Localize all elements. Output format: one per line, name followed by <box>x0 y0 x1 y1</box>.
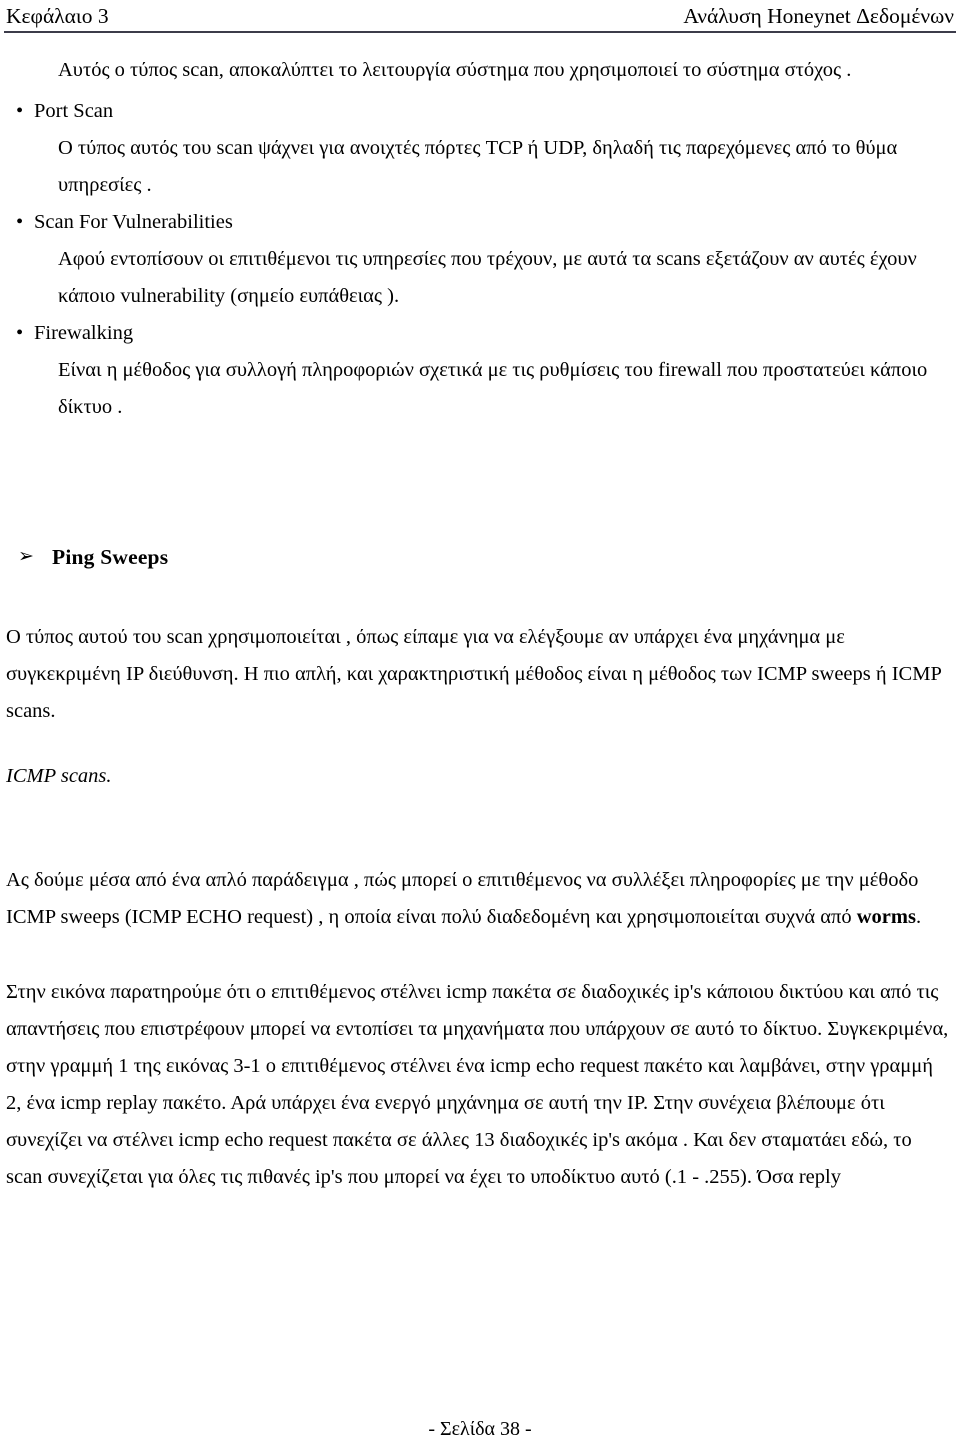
list-item: • Port Scan <box>4 93 956 130</box>
list-item-body: Ο τύπος αυτός του scan ψάχνει για ανοιχτ… <box>58 136 898 196</box>
bullet-dot-icon: • <box>16 99 24 122</box>
spacer-after-header <box>4 33 956 52</box>
section-heading-label: Ping Sweeps <box>52 544 169 569</box>
list-item-body: Αφού εντοπίσουν οι επιτιθέμενοι τις υπηρ… <box>58 247 917 307</box>
spacer-before-subheading <box>4 730 956 738</box>
header-chapter-label: Κεφάλαιο 3 <box>6 4 109 28</box>
section-paragraph-2: Ας δούμε μέσα από ένα απλό παράδειγμα , … <box>4 862 956 936</box>
page-number-label: - Σελίδα 38 - <box>428 1418 532 1440</box>
intro-paragraph: Αυτός ο τύπος scan, αποκαλύπτει το λειτο… <box>58 58 852 81</box>
list-item-body: Είναι η μέθοδος για συλλογή πληροφοριών … <box>58 358 928 418</box>
running-header: Κεφάλαιο 3 Ανάλυση Honeynet Δεδομένων <box>4 0 956 33</box>
section-paragraph-2-part1: Ας δούμε μέσα από ένα απλό παράδειγμα , … <box>6 868 919 928</box>
spacer-after-section-heading <box>4 576 956 619</box>
list-item: • Firewalking <box>4 315 956 352</box>
page-footer: - Σελίδα 38 - <box>0 1417 960 1441</box>
list-item-label: Port Scan <box>34 99 114 122</box>
bullet-dot-icon: • <box>16 321 24 344</box>
list-item: • Scan For Vulnerabilities <box>4 204 956 241</box>
section-paragraph-3: Στην εικόνα παρατηρούμε ότι ο επιτιθέμεν… <box>6 980 949 1188</box>
arrow-bullet-icon: ➢ <box>18 545 34 567</box>
list-item-label: Scan For Vulnerabilities <box>34 210 233 233</box>
spacer-before-section <box>4 426 956 538</box>
list-item-label: Firewalking <box>34 321 134 344</box>
spacer-after-subheading <box>4 816 956 862</box>
spacer-before-paragraph-3 <box>4 936 956 974</box>
section-heading: ➢ Ping Sweeps <box>4 538 956 576</box>
document-page: Κεφάλαιο 3 Ανάλυση Honeynet Δεδομένων Αυ… <box>0 0 960 1455</box>
section-paragraph-2-part2: . <box>915 905 922 928</box>
header-title-label: Ανάλυση Honeynet Δεδομένων <box>683 4 954 28</box>
section-subheading-italic: ICMP scans. <box>6 765 112 788</box>
section-paragraph-1: Ο τύπος αυτού του scan χρησιμοποιείται ,… <box>6 625 942 722</box>
bullet-dot-icon: • <box>16 210 24 233</box>
section-paragraph-2-emphasis: worms <box>856 905 916 928</box>
